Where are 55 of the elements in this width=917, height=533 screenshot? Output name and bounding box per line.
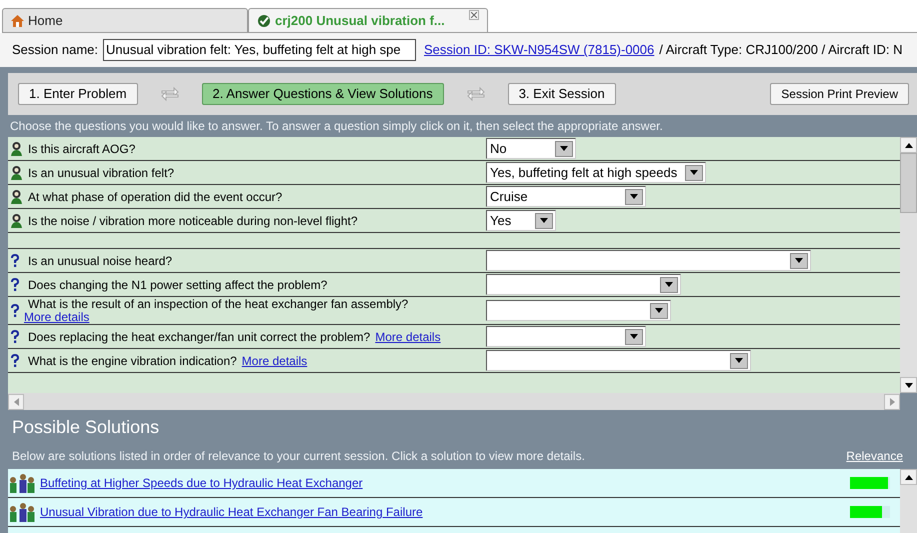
step-button[interactable]: 1. Enter Problem [18,83,138,105]
people-icon [10,502,36,522]
question-text[interactable]: Is this aircraft AOG? [28,140,136,158]
answer-dropdown[interactable] [486,350,751,371]
aircraft-info: / Aircraft Type: CRJ100/200 / Aircraft ID: N [659,41,902,60]
session-id-link[interactable]: Session ID: SKW-N954SW (7815)-0006 [424,40,654,60]
question-text[interactable]: What is the engine vibration indication? [28,352,237,370]
more-details-link[interactable]: More details [24,310,408,324]
person-icon [10,189,23,204]
answer-dropdown[interactable]: No [486,138,576,159]
question-text[interactable]: At what phase of operation did the event occur? [28,188,282,206]
question-text[interactable]: Does changing the N1 power setting affect the problem? [28,276,328,294]
more-details-link[interactable]: More details [242,352,308,370]
check-icon [257,14,271,28]
step-button[interactable]: 3. Exit Session [508,83,616,105]
close-icon[interactable] [469,10,479,20]
solutions-description: Below are solutions listed in order of relevance to your current session. Click a solution to view more details. [12,448,585,465]
scroll-up-icon[interactable] [904,474,912,480]
person-icon [10,141,23,156]
scroll-down-icon[interactable] [904,382,912,388]
swap-arrows-icon [160,86,180,102]
question-text[interactable]: Is the noise / vibration more noticeable during non-level flight? [28,212,358,230]
answer-dropdown[interactable] [486,250,811,271]
tab[interactable]: Home [2,8,248,33]
solutions-scrollbar[interactable] [900,469,917,533]
print-preview-button[interactable]: Session Print Preview [770,83,909,105]
instructions-text: Choose the questions you would like to answer. To answer a question simply click on it, then select the appropriate answer. [9,118,664,135]
session-name-label: Session name: [12,41,98,60]
session-name-field[interactable]: Unusual vibration felt: Yes, buffeting felt at high spe [103,39,416,61]
answer-dropdown[interactable]: Cruise [486,186,646,207]
people-icon [10,473,36,493]
scroll-up-icon[interactable] [904,142,912,148]
solutions-title: Possible Solutions [12,416,160,439]
question-text[interactable]: Is an unusual noise heard? [28,252,172,270]
tab-label: crj200 Unusual vibration f... [275,12,445,30]
person-icon [10,213,23,228]
person-icon [10,165,23,180]
house-icon [11,14,24,26]
answer-dropdown[interactable] [486,326,646,347]
question-text[interactable]: What is the result of an inspection of the heat exchanger fan assembly? [28,298,408,310]
swap-arrows-icon [466,86,486,102]
step-button[interactable]: 2. Answer Questions & View Solutions [202,83,444,105]
relevance-link[interactable]: Relevance [846,447,903,465]
answer-dropdown[interactable] [486,300,671,321]
solution-link[interactable]: Unusual Vibration due to Hydraulic Heat Exchanger Fan Bearing Failure [40,503,423,521]
answer-dropdown[interactable]: Yes [486,210,556,231]
answer-dropdown[interactable] [486,274,681,295]
scroll-thumb[interactable] [900,153,917,213]
question-text[interactable]: Does replacing the heat exchanger/fan unit correct the problem? [28,328,370,346]
question-text[interactable]: Is an unusual vibration felt? [28,164,174,182]
more-details-link[interactable]: More details [375,328,441,346]
answer-dropdown[interactable]: Yes, buffeting felt at high speeds [486,162,706,183]
solution-link[interactable]: Buffeting at Higher Speeds due to Hydraulic Heat Exchanger [40,474,363,492]
tab-label: Home [28,12,63,30]
vertical-scrollbar[interactable] [900,137,917,393]
